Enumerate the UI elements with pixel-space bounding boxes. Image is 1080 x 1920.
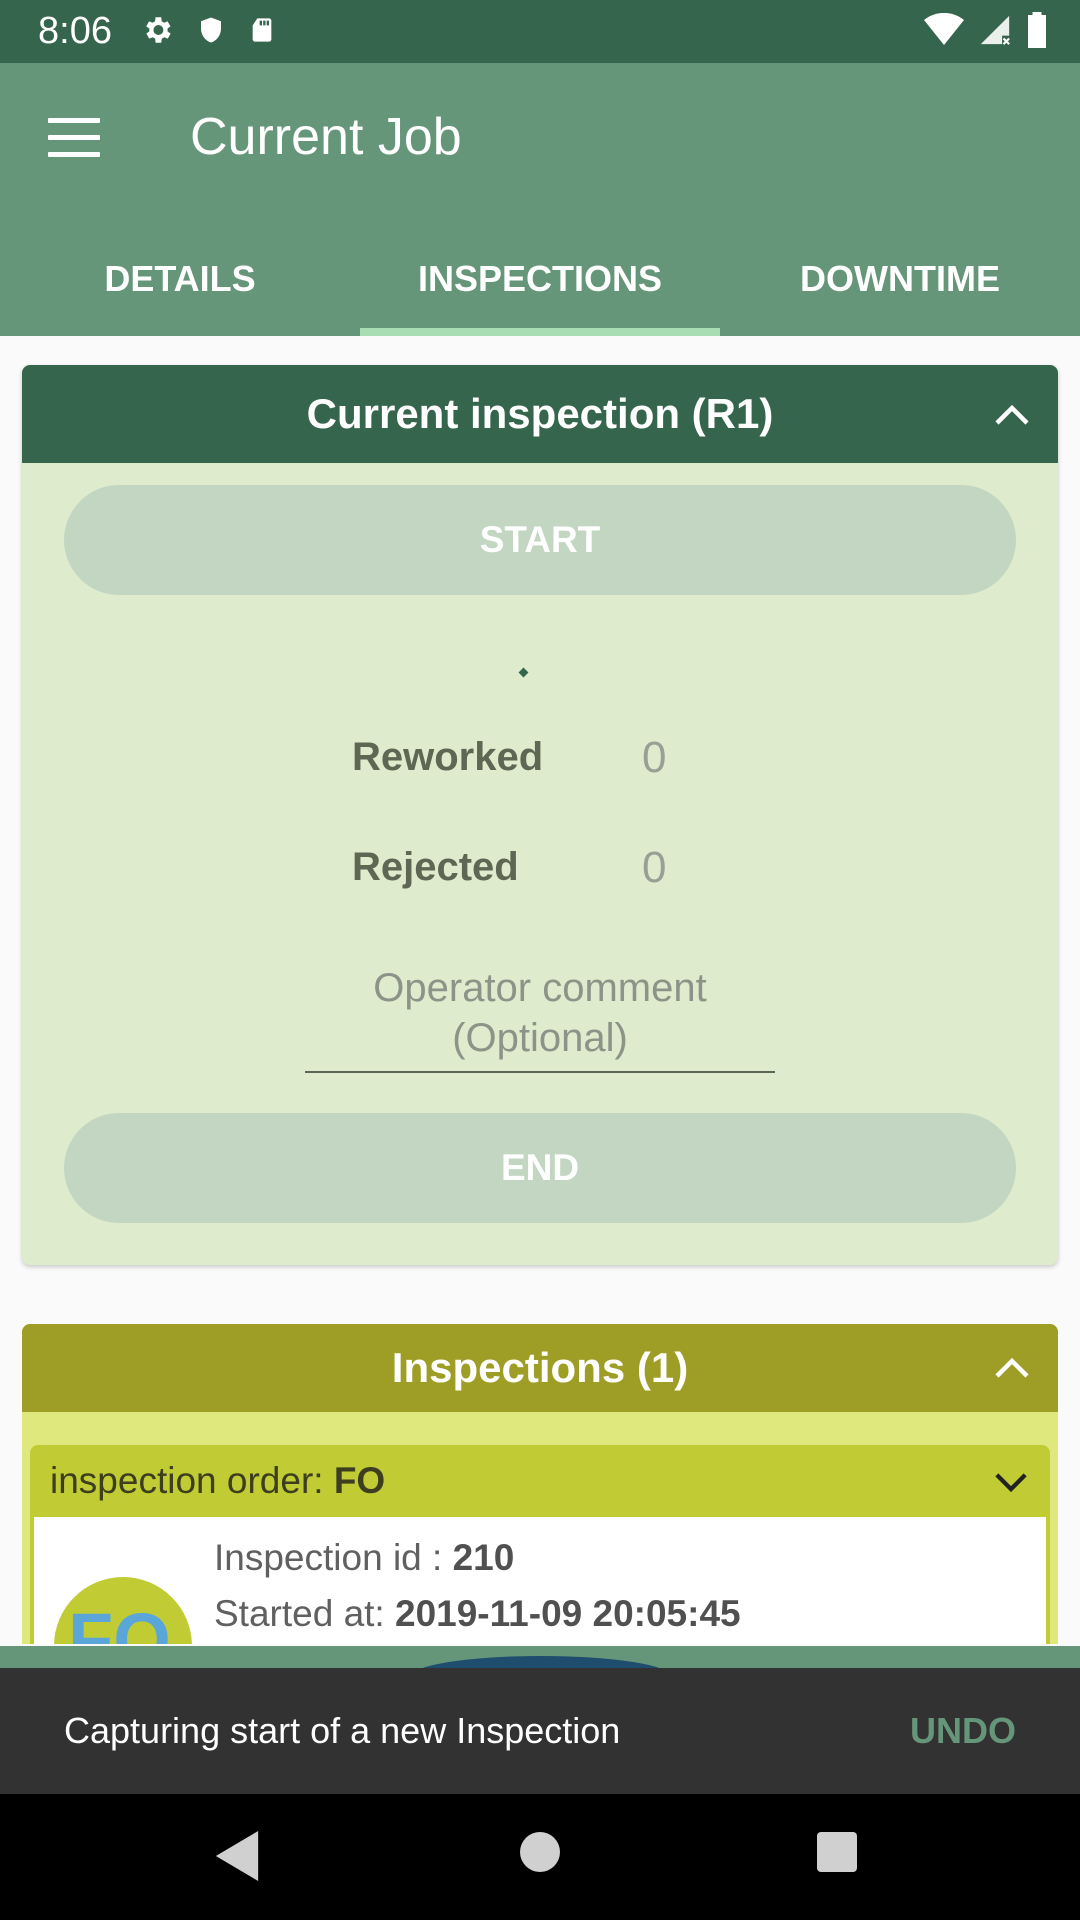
tab-inspections[interactable]: INSPECTIONS	[360, 238, 720, 336]
inspection-details: FO Inspection id : 210 Started at: 2019-…	[34, 1517, 1046, 1644]
avatar: FO	[54, 1577, 192, 1644]
inspections-header[interactable]: Inspections (1)	[22, 1324, 1058, 1412]
sd-card-icon	[252, 18, 272, 42]
snackbar-message: Capturing start of a new Inspection	[64, 1710, 621, 1751]
loading-indicator	[518, 667, 529, 678]
system-nav-bar	[0, 1794, 1080, 1920]
current-inspection-title: Current inspection (R1)	[306, 390, 774, 437]
tab-bar: DETAILS INSPECTIONS DOWNTIME	[0, 238, 1080, 336]
tab-details[interactable]: DETAILS	[0, 238, 360, 336]
gear-icon	[146, 17, 171, 43]
inspections-card: Inspections (1) inspection order: FO FO …	[22, 1324, 1058, 1644]
started-at-label: Started at:	[214, 1593, 395, 1634]
snackbar: Capturing start of a new Inspection UNDO	[0, 1668, 1080, 1794]
status-time: 8:06	[38, 10, 112, 52]
chevron-up-icon[interactable]	[994, 399, 1030, 429]
inspections-title: Inspections (1)	[391, 1344, 689, 1391]
status-bar: 8:06	[0, 0, 1080, 63]
current-inspection-header[interactable]: Current inspection (R1)	[22, 365, 1058, 463]
page-title: Current Job	[190, 108, 462, 166]
end-button[interactable]: END	[64, 1113, 1016, 1223]
inspection-order-header[interactable]: inspection order: FO	[30, 1445, 1050, 1517]
tab-downtime[interactable]: DOWNTIME	[720, 238, 1080, 336]
inspection-id-line: Inspection id : 210	[214, 1537, 514, 1579]
battery-icon	[1028, 12, 1046, 48]
app-bar: Current Job DETAILS INSPECTIONS DOWNTIME	[0, 63, 1080, 336]
cell-signal-icon	[980, 15, 1010, 45]
inspection-order-value: FO	[333, 1460, 386, 1501]
recent-apps-icon[interactable]	[817, 1832, 857, 1872]
started-at-line: Started at: 2019-11-09 20:05:45	[214, 1593, 741, 1635]
chevron-up-icon[interactable]	[994, 1352, 1030, 1382]
undo-button[interactable]: UNDO	[910, 1710, 1016, 1752]
started-at-value: 2019-11-09 20:05:45	[395, 1593, 741, 1634]
back-icon[interactable]	[215, 1831, 259, 1881]
shield-icon	[201, 17, 221, 43]
inspection-id-label: Inspection id :	[214, 1537, 453, 1578]
rejected-value[interactable]: 0	[642, 843, 666, 893]
wifi-icon	[924, 13, 964, 45]
avatar-text: FO	[68, 1598, 171, 1644]
inspection-id-value: 210	[452, 1537, 515, 1578]
reworked-label: Reworked	[352, 735, 544, 779]
menu-icon[interactable]	[48, 118, 100, 158]
inspection-order-label: inspection order:	[50, 1460, 334, 1501]
rejected-label: Rejected	[352, 845, 519, 889]
home-icon[interactable]	[520, 1832, 560, 1872]
current-inspection-card: Current inspection (R1) START Reworked 0…	[22, 365, 1058, 1265]
start-button[interactable]: START	[64, 485, 1016, 595]
operator-comment-field[interactable]: Operator comment (Optional)	[305, 963, 775, 1073]
reworked-value[interactable]: 0	[642, 733, 666, 783]
inspection-order-card[interactable]: inspection order: FO FO Inspection id : …	[30, 1445, 1050, 1644]
chevron-down-icon[interactable]	[994, 1469, 1028, 1495]
